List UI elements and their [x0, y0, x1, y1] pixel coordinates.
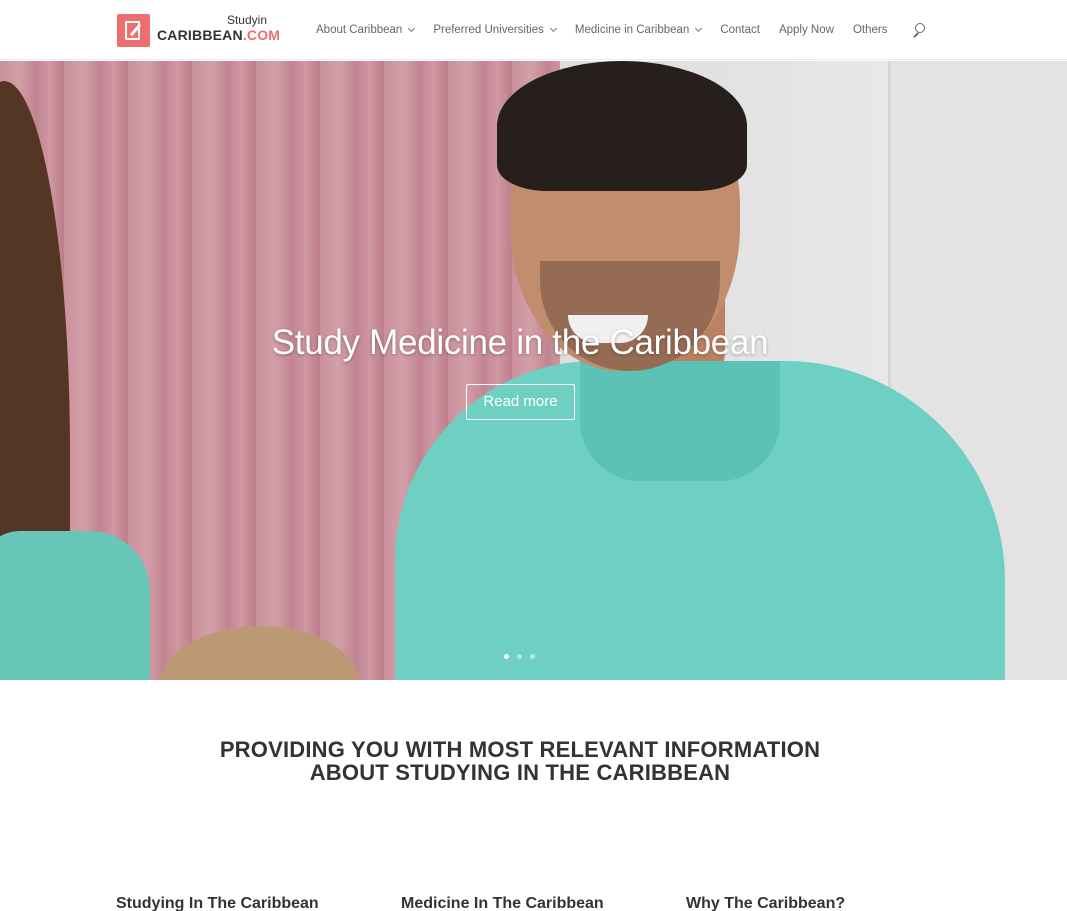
nav-item-medicine-in-caribbean[interactable]: Medicine in Caribbean — [574, 21, 703, 39]
nav-item-others[interactable]: Others — [853, 21, 888, 39]
site-header: Studyin CARIBBEAN.COM About Caribbean Pr… — [0, 0, 1067, 60]
chevron-down-icon — [695, 24, 703, 33]
search-icon[interactable] — [912, 23, 925, 38]
nav-item-apply-now[interactable]: Apply Now — [779, 21, 834, 39]
logo-brand-main: CARIBBEAN — [157, 27, 243, 43]
site-logo[interactable]: Studyin CARIBBEAN.COM — [117, 13, 280, 47]
hero-slider: Study Medicine in the Caribbean Read mor… — [0, 61, 1067, 680]
logo-small-text: Studyin — [226, 13, 267, 27]
nav-item-label: Preferred Universities — [433, 24, 544, 36]
chevron-down-icon — [549, 24, 557, 33]
hero-title: Study Medicine in the Caribbean — [271, 323, 769, 362]
chevron-down-icon — [408, 24, 416, 33]
nav-item-contact[interactable]: Contact — [720, 21, 760, 39]
nav-item-preferred-universities[interactable]: Preferred Universities — [433, 21, 557, 39]
edit-document-icon — [117, 13, 150, 47]
nav-item-label: Others — [852, 24, 888, 36]
intro-heading-line-1: PROVIDING YOU WITH MOST RELEVANT INFORMA… — [219, 737, 821, 762]
column-title-medicine: Medicine In The Caribbean — [401, 895, 604, 911]
logo-brand: CARIBBEAN.COM — [157, 26, 280, 44]
nav-item-label: Medicine in Caribbean — [574, 24, 690, 36]
logo-brand-suffix: .COM — [242, 27, 281, 43]
slider-pagination — [504, 654, 543, 659]
column-title-why-caribbean: Why The Caribbean? — [686, 895, 846, 911]
slider-dot-3[interactable] — [530, 654, 535, 659]
slider-dot-1[interactable] — [504, 654, 509, 659]
intro-heading: PROVIDING YOU WITH MOST RELEVANT INFORMA… — [0, 738, 1040, 784]
main-nav: About Caribbean Preferred Universities M… — [316, 21, 906, 39]
intro-heading-line-2: ABOUT STUDYING IN THE CARIBBEAN — [309, 760, 731, 785]
read-more-button[interactable]: Read more — [466, 384, 575, 420]
logo-text: Studyin CARIBBEAN.COM — [157, 13, 280, 47]
column-title-studying: Studying In The Caribbean — [116, 895, 319, 911]
nav-item-label: Apply Now — [778, 24, 834, 36]
feature-columns: Studying In The Caribbean Medicine In Th… — [116, 895, 1016, 911]
nav-item-about-caribbean[interactable]: About Caribbean — [316, 21, 416, 39]
slider-dot-2[interactable] — [517, 654, 522, 659]
nav-item-label: Contact — [720, 24, 760, 36]
nav-item-label: About Caribbean — [316, 24, 403, 36]
